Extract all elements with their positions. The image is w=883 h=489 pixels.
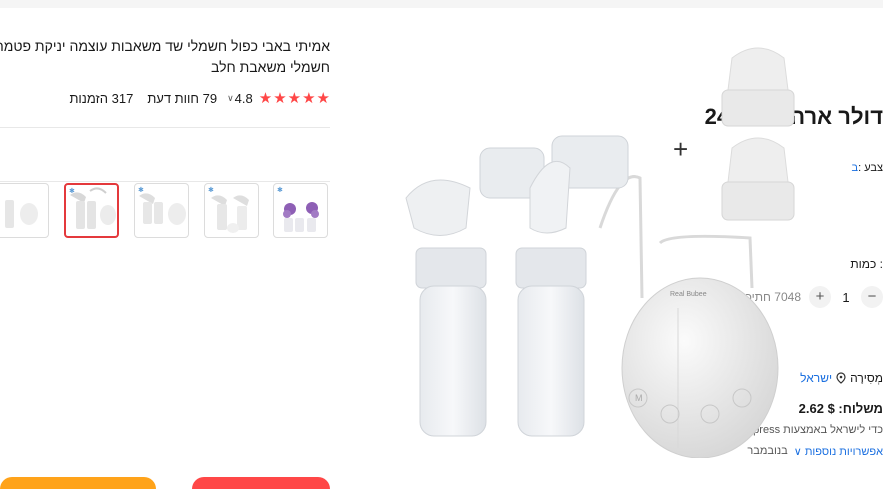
variant-swatch[interactable] [0, 183, 49, 238]
star-icon: ✱ [277, 187, 283, 194]
product-title-line-2: חשמלי משאבת חלב [210, 59, 330, 75]
mode-button-label: M [635, 393, 643, 403]
product-info: אמיתי באבי כפול חשמלי שד משאבות עוצמה ינ… [0, 36, 330, 106]
divider [0, 127, 330, 128]
orders-count: 317 הזמנות [69, 90, 134, 106]
rating-stars[interactable]: ★ ★ ★ ★ ★ [259, 91, 330, 106]
chevron-down-icon: ∨ [227, 92, 234, 103]
variant-swatch[interactable]: ✱ [204, 183, 259, 238]
add-to-cart-button[interactable] [0, 477, 156, 489]
rating-value: 4.8 [234, 90, 253, 106]
spare-cap [721, 137, 795, 221]
star-icon: ★ [302, 89, 316, 107]
star-icon: ★ [258, 89, 273, 107]
star-icon: ✱ [138, 187, 144, 194]
star-icon: ★ [273, 89, 287, 107]
pump-motor: Real Bubee M [621, 277, 779, 459]
star-icon: ✱ [69, 188, 75, 195]
star-icon: ✱ [208, 187, 214, 194]
product-main-image[interactable]: Real Bubee M [370, 28, 883, 459]
rating-score[interactable]: 4.8 ∨ [227, 91, 253, 106]
variant-swatch[interactable]: ✱ [134, 183, 189, 238]
product-title-line-1: אמיתי באבי כפול חשמלי שד משאבות עוצמה ינ… [0, 38, 330, 54]
buy-now-button[interactable] [192, 477, 330, 489]
plus-icon: + [673, 134, 689, 164]
spare-cap [721, 47, 795, 127]
rating-row: ★ ★ ★ ★ ★ 4.8 ∨ 79 חוות דעת 317 הזמנות [0, 88, 330, 108]
divider [0, 181, 330, 182]
brand-label: Real Bubee [670, 291, 707, 298]
reviews-count[interactable]: 79 חוות דעת [147, 91, 217, 106]
star-icon: ★ [287, 89, 302, 107]
variant-swatch[interactable]: ✱ [273, 183, 328, 238]
top-bar [0, 0, 883, 8]
variant-swatch-selected[interactable]: ✱ [64, 183, 119, 238]
star-icon: ★ [316, 89, 330, 107]
